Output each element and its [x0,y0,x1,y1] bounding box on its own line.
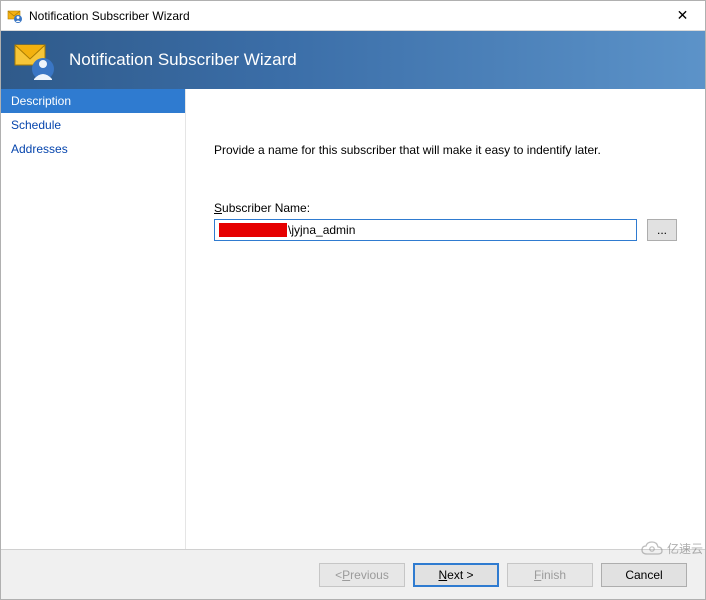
subscriber-name-input[interactable]: \jyjna_admin [214,219,637,241]
subscriber-name-row: \jyjna_admin ... [214,219,677,241]
app-icon [7,8,23,24]
finish-button: Finish [507,563,593,587]
next-button[interactable]: Next > [413,563,499,587]
sidebar-item-schedule[interactable]: Schedule [1,113,185,137]
titlebar: Notification Subscriber Wizard ✕ [1,1,705,31]
wizard-content: Provide a name for this subscriber that … [186,89,705,549]
wizard-footer: < Previous Next > Finish Cancel [1,549,705,599]
banner-icon [13,39,55,81]
browse-button[interactable]: ... [647,219,677,241]
wizard-banner: Notification Subscriber Wizard [1,31,705,89]
redacted-block [219,223,287,237]
sidebar-item-label: Description [11,94,71,108]
close-button[interactable]: ✕ [660,1,705,30]
subscriber-name-value: \jyjna_admin [288,223,355,237]
browse-label: ... [657,223,667,237]
window-title: Notification Subscriber Wizard [29,9,190,23]
previous-button: < Previous [319,563,405,587]
subscriber-name-label: Subscriber Name: [214,201,677,215]
wizard-sidebar: Description Schedule Addresses [1,89,186,549]
sidebar-item-label: Schedule [11,118,61,132]
sidebar-item-addresses[interactable]: Addresses [1,137,185,161]
sidebar-item-description[interactable]: Description [1,89,185,113]
sidebar-item-label: Addresses [11,142,68,156]
close-icon: ✕ [677,7,689,24]
banner-title: Notification Subscriber Wizard [69,50,297,70]
cancel-button[interactable]: Cancel [601,563,687,587]
instruction-text: Provide a name for this subscriber that … [214,143,677,157]
wizard-body: Description Schedule Addresses Provide a… [1,89,705,549]
titlebar-left: Notification Subscriber Wizard [7,8,190,24]
